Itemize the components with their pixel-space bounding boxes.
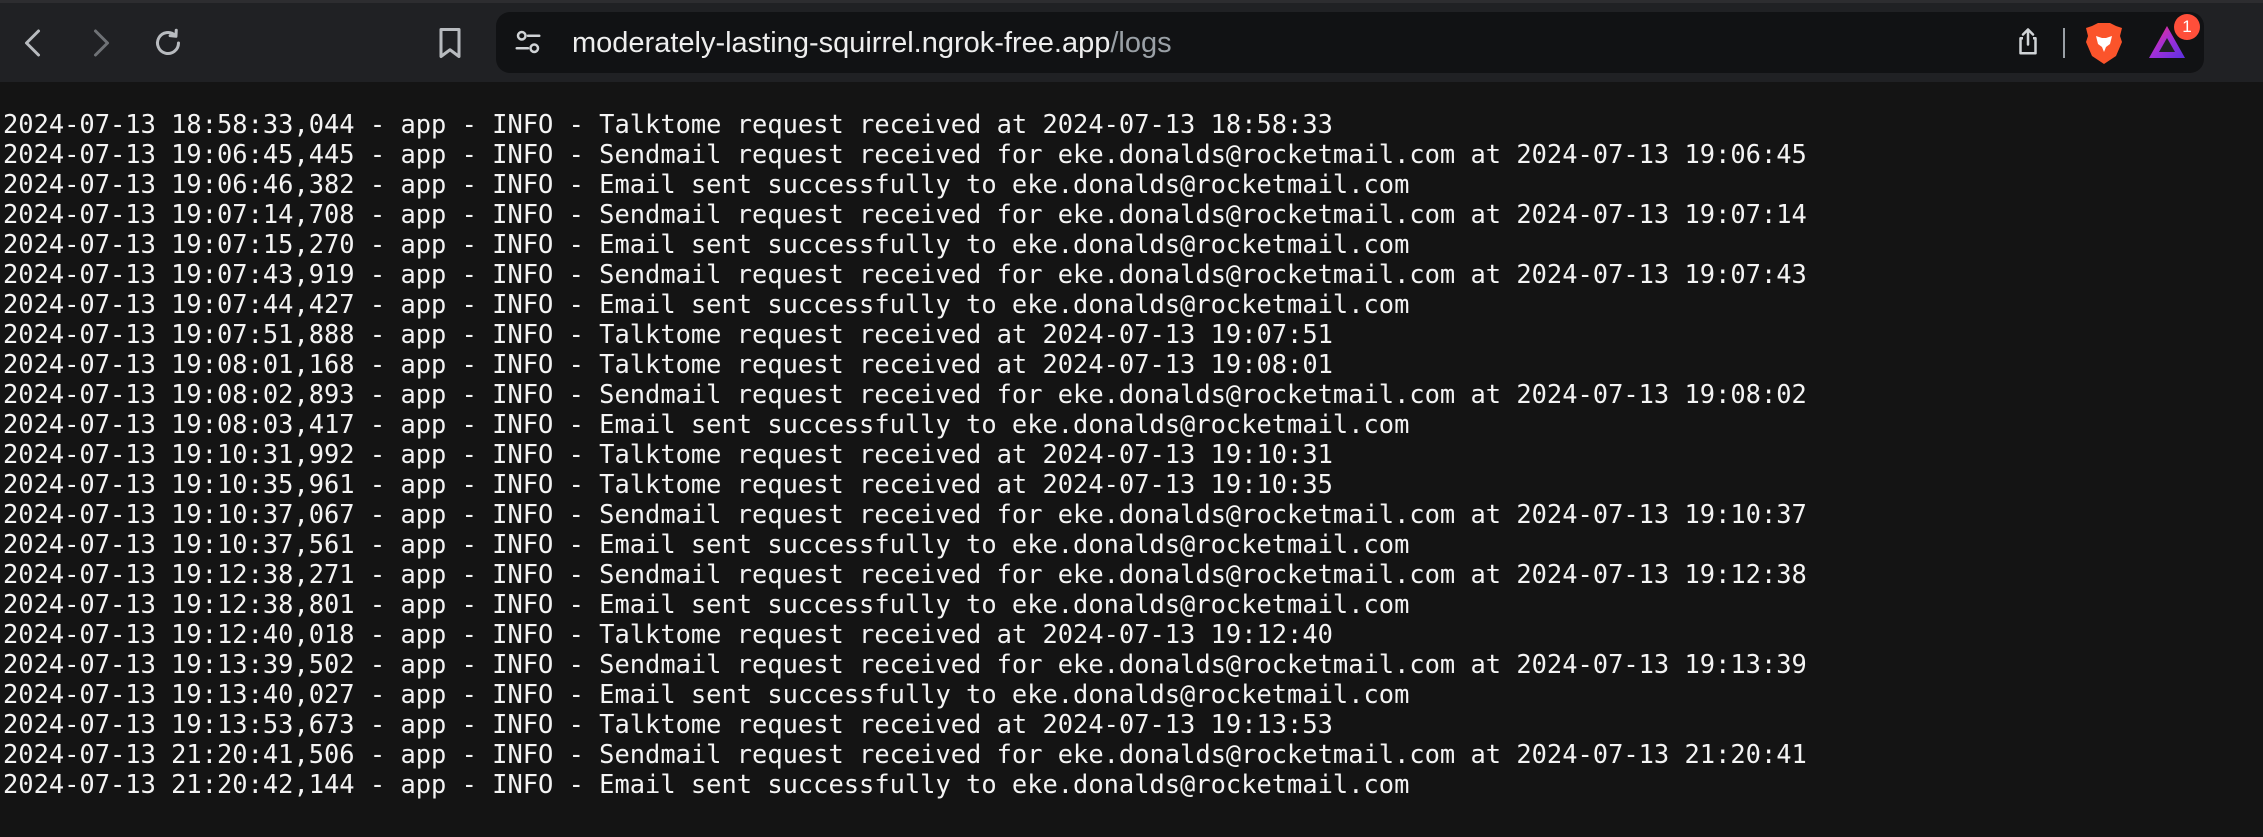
log-line: 2024-07-13 19:10:37,561 - app - INFO - E…	[3, 529, 1410, 559]
notification-badge: 1	[2174, 14, 2200, 40]
bookmark-button[interactable]	[426, 19, 474, 67]
browser-toolbar: moderately-lasting-squirrel.ngrok-free.a…	[0, 0, 2263, 82]
reload-button[interactable]	[144, 19, 192, 67]
log-line: 2024-07-13 19:12:40,018 - app - INFO - T…	[3, 619, 1333, 649]
log-line: 2024-07-13 19:07:15,270 - app - INFO - E…	[3, 229, 1410, 259]
log-output: 2024-07-13 18:58:33,044 - app - INFO - T…	[3, 109, 1807, 799]
log-line: 2024-07-13 19:07:44,427 - app - INFO - E…	[3, 289, 1410, 319]
address-bar[interactable]: moderately-lasting-squirrel.ngrok-free.a…	[496, 12, 2204, 73]
log-line: 2024-07-13 19:08:02,893 - app - INFO - S…	[3, 379, 1807, 409]
toolbar-divider	[2063, 28, 2065, 58]
site-settings-button[interactable]	[510, 24, 546, 60]
share-icon	[2019, 28, 2037, 55]
log-line: 2024-07-13 19:10:37,067 - app - INFO - S…	[3, 499, 1807, 529]
log-line: 2024-07-13 19:12:38,271 - app - INFO - S…	[3, 559, 1807, 589]
share-button[interactable]	[2010, 24, 2046, 60]
log-line: 2024-07-13 19:08:03,417 - app - INFO - E…	[3, 409, 1410, 439]
log-line: 2024-07-13 19:12:38,801 - app - INFO - E…	[3, 589, 1410, 619]
log-line: 2024-07-13 19:10:31,992 - app - INFO - T…	[3, 439, 1333, 469]
log-line: 2024-07-13 19:08:01,168 - app - INFO - T…	[3, 349, 1333, 379]
log-line: 2024-07-13 19:07:51,888 - app - INFO - T…	[3, 319, 1333, 349]
sliders-icon	[515, 30, 541, 54]
forward-button[interactable]	[76, 19, 124, 67]
log-line: 2024-07-13 19:07:14,708 - app - INFO - S…	[3, 199, 1807, 229]
brave-shields-button[interactable]	[2082, 20, 2126, 66]
back-button[interactable]	[10, 19, 58, 67]
log-line: 2024-07-13 19:13:53,673 - app - INFO - T…	[3, 709, 1333, 739]
reload-icon	[156, 28, 180, 55]
bookmark-icon	[439, 28, 461, 58]
arrow-left-icon	[25, 29, 40, 57]
arrow-right-icon	[94, 29, 109, 57]
brave-lion-icon	[2086, 23, 2122, 64]
log-line: 2024-07-13 19:10:35,961 - app - INFO - T…	[3, 469, 1333, 499]
url-host: moderately-lasting-squirrel.ngrok-free.a…	[572, 27, 1111, 59]
log-line: 2024-07-13 21:20:42,144 - app - INFO - E…	[3, 769, 1410, 799]
log-line: 2024-07-13 19:06:45,445 - app - INFO - S…	[3, 139, 1807, 169]
log-line: 2024-07-13 19:06:46,382 - app - INFO - E…	[3, 169, 1410, 199]
log-line: 2024-07-13 18:58:33,044 - app - INFO - T…	[3, 109, 1333, 139]
log-line: 2024-07-13 19:07:43,919 - app - INFO - S…	[3, 259, 1807, 289]
log-line: 2024-07-13 19:13:40,027 - app - INFO - E…	[3, 679, 1410, 709]
url-text[interactable]: moderately-lasting-squirrel.ngrok-free.a…	[572, 26, 1172, 60]
log-line: 2024-07-13 19:13:39,502 - app - INFO - S…	[3, 649, 1807, 679]
log-line: 2024-07-13 21:20:41,506 - app - INFO - S…	[3, 739, 1807, 769]
url-path: /logs	[1110, 27, 1172, 59]
